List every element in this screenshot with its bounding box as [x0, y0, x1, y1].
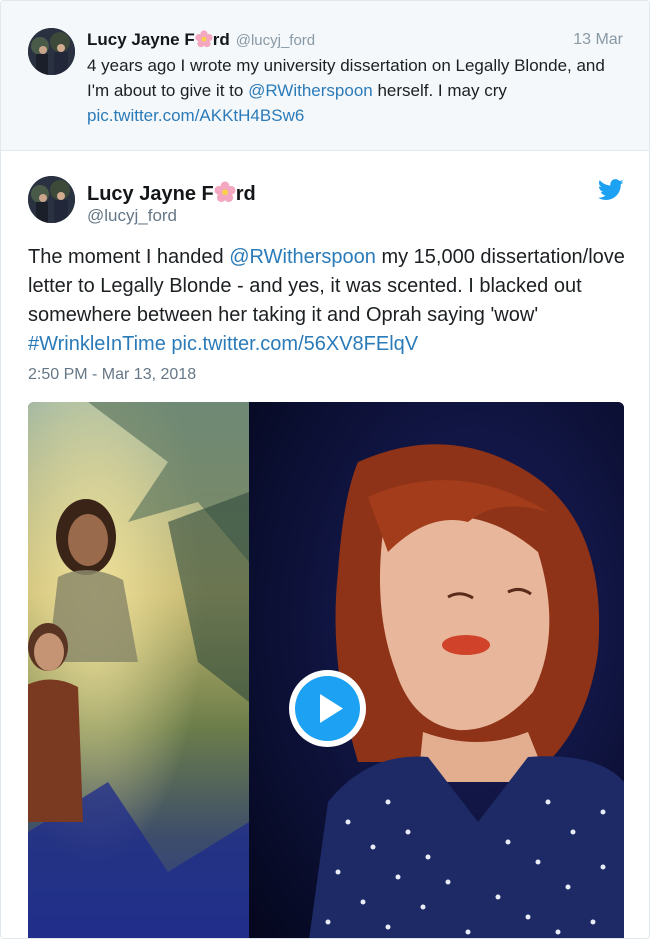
parent-tweet-text: 4 years ago I wrote my university disser…	[87, 56, 605, 125]
parent-author-handle[interactable]: @lucyj_ford	[236, 32, 315, 49]
play-icon	[295, 676, 360, 741]
avatar-image	[28, 176, 75, 223]
video-thumbnail[interactable]	[28, 402, 624, 938]
parent-tweet-date[interactable]: 13 Mar	[573, 31, 623, 49]
pic-link[interactable]: pic.twitter.com/56XV8FElqV	[171, 333, 418, 355]
mention-link[interactable]: @RWitherspoon	[229, 246, 376, 268]
twitter-bird-icon[interactable]	[598, 179, 624, 201]
tweet-timestamp[interactable]: 2:50 PM - Mar 13, 2018	[28, 366, 196, 384]
embedded-tweet-card: Lucy Jayne Frd @lucyj_ford 13 Mar 4 years…	[0, 0, 650, 939]
author-avatar[interactable]	[28, 176, 75, 223]
avatar-image	[28, 28, 75, 75]
mention-link[interactable]: @RWitherspoon	[248, 81, 373, 100]
parent-avatar[interactable]	[28, 28, 75, 75]
author-name[interactable]: Lucy Jayne Frd	[87, 181, 256, 209]
author-handle[interactable]: @lucyj_ford	[87, 206, 177, 226]
pic-link[interactable]: pic.twitter.com/AKKtH4BSw6	[87, 106, 304, 125]
parent-tweet[interactable]: Lucy Jayne Frd @lucyj_ford 13 Mar 4 years…	[1, 1, 649, 151]
flower-emoji-icon	[195, 30, 213, 53]
play-button[interactable]	[289, 670, 366, 747]
parent-tweet-header: Lucy Jayne Frd @lucyj_ford 13 Mar	[87, 30, 623, 52]
tweet-text: The moment I handed @RWitherspoon my 15,…	[28, 246, 625, 355]
hashtag-link[interactable]: #WrinkleInTime	[28, 333, 166, 355]
parent-author-name[interactable]: Lucy Jayne Frd	[87, 30, 230, 49]
flower-emoji-icon	[214, 181, 236, 209]
